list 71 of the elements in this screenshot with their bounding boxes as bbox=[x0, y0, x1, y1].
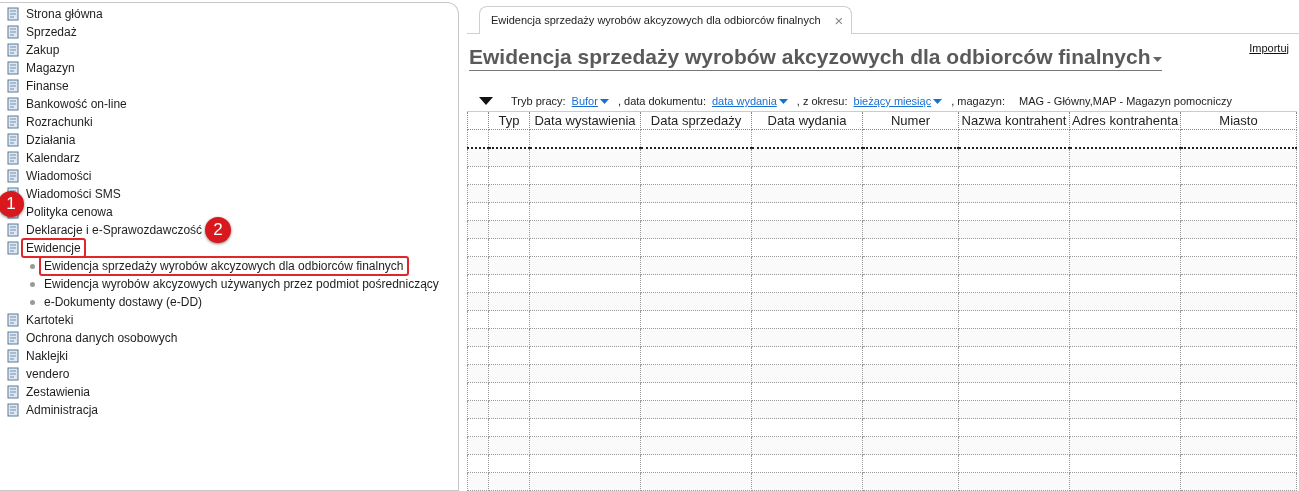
column-header[interactable]: Nazwa kontrahent bbox=[958, 111, 1070, 130]
document-icon bbox=[5, 385, 20, 399]
menu-item[interactable]: Magazyn bbox=[21, 58, 80, 78]
filter-value: MAG - Główny,MAP - Magazyn pomocniczy bbox=[1019, 95, 1232, 108]
document-icon bbox=[5, 223, 20, 237]
document-icon bbox=[5, 97, 20, 111]
close-icon[interactable]: × bbox=[834, 11, 844, 29]
column-header[interactable]: Miasto bbox=[1180, 111, 1297, 130]
document-icon bbox=[5, 25, 20, 39]
bullet-icon bbox=[30, 299, 35, 305]
import-link[interactable]: Importuj bbox=[1249, 41, 1289, 54]
document-icon bbox=[5, 61, 20, 75]
menu-item[interactable]: Ochrona danych osobowych bbox=[21, 328, 183, 348]
filter-label: Tryb pracy: bbox=[511, 95, 566, 108]
menu-item[interactable]: Kartoteki bbox=[21, 310, 79, 330]
column-header[interactable]: Typ bbox=[488, 111, 530, 130]
menu-item[interactable]: Bankowość on-line bbox=[21, 94, 132, 114]
caret-icon[interactable] bbox=[933, 98, 943, 104]
submenu-item[interactable]: Ewidencja wyrobów akcyzowych używanych przez podmiot pośredniczący bbox=[39, 274, 444, 294]
submenu-item[interactable]: e-Dokumenty dostawy (e-DD) bbox=[39, 292, 208, 312]
caret-icon[interactable] bbox=[1152, 57, 1162, 63]
document-icon bbox=[5, 43, 20, 57]
menu-item[interactable]: Kalendarz bbox=[21, 148, 86, 168]
document-icon bbox=[5, 133, 20, 147]
submenu-item[interactable]: Ewidencja sprzedaży wyrobów akcyzowych dla odbiorców finalnych bbox=[39, 256, 409, 276]
caret-icon[interactable] bbox=[778, 98, 788, 104]
document-icon bbox=[5, 151, 20, 165]
menu-item[interactable]: Polityka cenowa bbox=[21, 202, 118, 222]
column-header[interactable]: Data sprzedaży bbox=[640, 111, 752, 130]
page-title[interactable]: Ewidencja sprzedaży wyrobów akcyzowych dla odbiorców finalnych bbox=[469, 43, 1162, 71]
caret-icon[interactable] bbox=[599, 98, 609, 104]
menu-item[interactable]: Działania bbox=[21, 130, 81, 150]
document-icon bbox=[5, 349, 20, 363]
menu-item[interactable]: Ewidencje bbox=[21, 238, 86, 258]
filter-dropdown[interactable]: data wydania bbox=[711, 95, 788, 108]
menu-item[interactable]: Deklaracje i e-Sprawozdawczość bbox=[21, 220, 208, 240]
menu-item[interactable]: Naklejki bbox=[21, 346, 73, 366]
step-badge: 2 bbox=[205, 217, 231, 243]
document-icon bbox=[5, 313, 20, 327]
document-icon bbox=[5, 7, 20, 21]
filter-dropdown[interactable]: bieżący miesiąc bbox=[853, 95, 943, 108]
document-icon bbox=[5, 115, 20, 129]
step-badge: 1 bbox=[0, 191, 24, 217]
bullet-icon bbox=[30, 281, 35, 287]
filter-label: , magazyn: bbox=[951, 95, 1005, 108]
menu-item[interactable]: Administracja bbox=[21, 400, 104, 420]
menu-item[interactable]: Zakup bbox=[21, 40, 65, 60]
document-icon bbox=[5, 79, 20, 93]
column-header[interactable]: Numer bbox=[862, 111, 959, 130]
menu-item[interactable]: Zestawienia bbox=[21, 382, 96, 402]
menu-item[interactable]: vendero bbox=[21, 364, 75, 384]
document-icon bbox=[5, 241, 20, 255]
document-icon bbox=[5, 367, 20, 381]
document-icon bbox=[5, 403, 20, 417]
filter-label: , data dokumentu: bbox=[617, 95, 706, 108]
collapse-icon[interactable] bbox=[479, 97, 493, 106]
filter-dropdown[interactable]: Bufor bbox=[571, 95, 609, 108]
menu-item[interactable]: Wiadomości bbox=[21, 166, 97, 186]
column-header[interactable]: Data wystawienia bbox=[529, 111, 641, 130]
bullet-icon bbox=[30, 263, 35, 269]
filter-label: , z okresu: bbox=[796, 95, 848, 108]
menu-item[interactable]: Finanse bbox=[21, 76, 74, 96]
document-icon bbox=[5, 169, 20, 183]
menu-item[interactable]: Strona główna bbox=[21, 4, 108, 24]
menu-item[interactable]: Wiadomości SMS bbox=[21, 184, 126, 204]
document-tab[interactable]: Ewidencja sprzedaży wyrobów akcyzowych dla odbiorców finalnych × bbox=[479, 6, 853, 34]
document-icon bbox=[5, 331, 20, 345]
menu-item[interactable]: Sprzedaż bbox=[21, 22, 82, 42]
menu-item[interactable]: Rozrachunki bbox=[21, 112, 98, 132]
column-header[interactable]: Adres kontrahenta bbox=[1069, 111, 1181, 130]
column-header[interactable]: Data wydania bbox=[751, 111, 863, 130]
